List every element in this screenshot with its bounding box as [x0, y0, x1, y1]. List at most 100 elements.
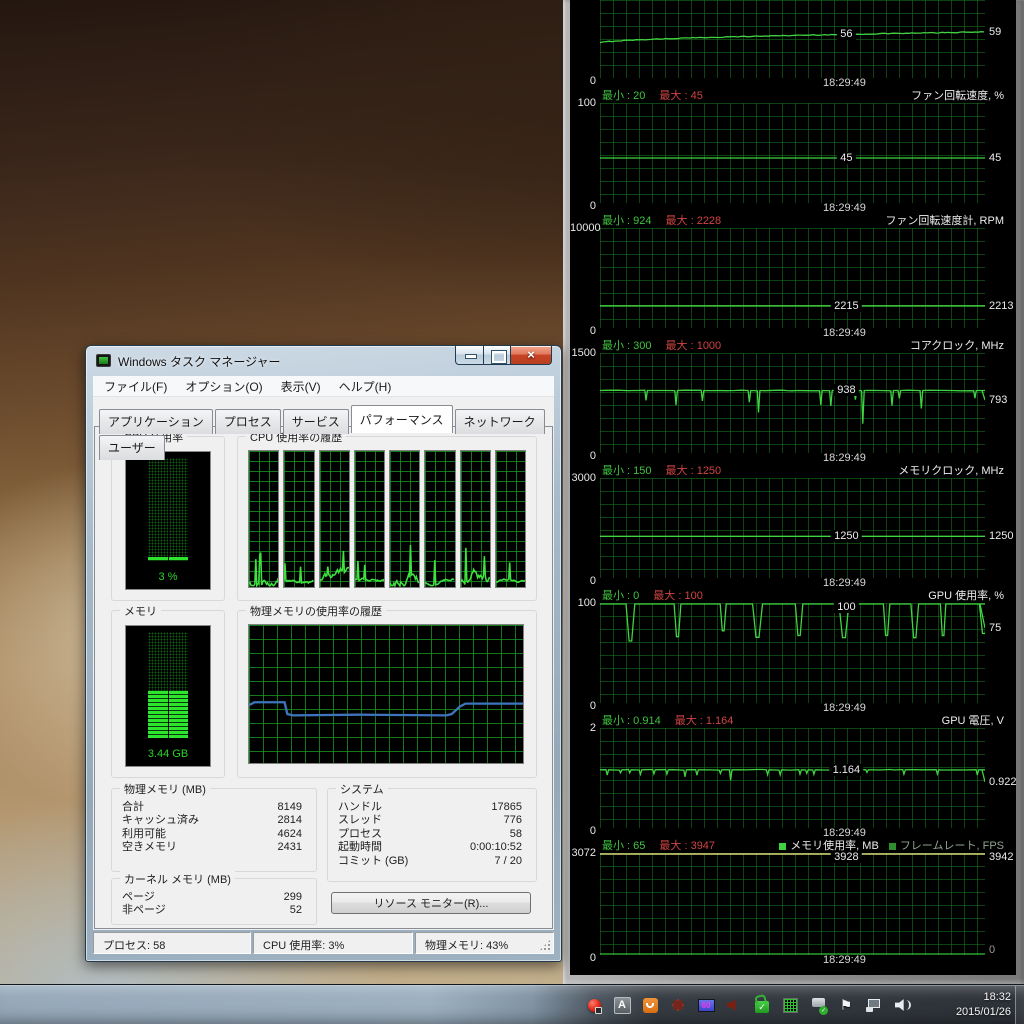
title-bar[interactable]: Windows タスク マネージャー × [86, 346, 561, 375]
taskbar: A 60 ✓ ✓ ⚑ 18:32 2015/01/26 [0, 985, 1024, 1024]
task-manager-window: Windows タスク マネージャー × ファイル(F) オプション(O) 表示(V… [85, 345, 562, 962]
time-label: 18:29:49 [823, 327, 866, 339]
sensor-plot-row: 45 45 100 [578, 97, 1001, 203]
stat-row: スレッド 776 [338, 814, 522, 827]
sensor-pane-header: 最小 : 150 最大 : 1250 メモリクロック, MHz [570, 465, 1016, 478]
sensor-plot-row: 1.164 0.922 2 [590, 722, 1016, 828]
tab-4[interactable]: ネットワーク [454, 409, 545, 434]
menu-item-0[interactable]: ファイル(F) [95, 376, 176, 397]
close-button[interactable]: × [511, 346, 552, 365]
stat-label: キャッシュ済み [122, 814, 199, 827]
menu-item-2[interactable]: 表示(V) [272, 376, 330, 397]
memory-history-plot [248, 624, 524, 764]
memory-gauge-fill [148, 691, 188, 738]
group-title-physical-memory: 物理メモリ (MB) [120, 781, 210, 797]
ime-a-icon[interactable]: A [612, 992, 632, 1018]
stat-row: プロセス 58 [338, 828, 522, 841]
stat-value: 58 [509, 827, 522, 840]
fps-60-icon[interactable]: 60 [696, 992, 716, 1018]
series-mid-value: 1.164 [829, 763, 864, 776]
system-rows: ハンドル 17865 スレッド 776 プロセス 58 起動時間 0:00:10:52 コミット… [338, 801, 522, 868]
window-title: Windows タスク マネージャー [118, 355, 281, 369]
sensor-pane-1: 最小 : 20 最大 : 45 ファン回転速度, % 45 45 100 0 18:29:49 [570, 90, 1016, 215]
sensor-pane-3: 最小 : 300 最大 : 1000 コアクロック, MHz 938 793 1500 0 1… [570, 340, 1016, 465]
minimize-button[interactable] [455, 346, 484, 365]
y-axis-max-label: 1500 [571, 347, 596, 359]
stat-value: 0:00:10:52 [470, 841, 522, 854]
network-icon[interactable] [864, 992, 884, 1018]
tab-5[interactable]: ユーザー [99, 435, 165, 460]
resource-monitor-button[interactable]: リソース モニター(R)... [331, 892, 531, 914]
taskbar-clock[interactable]: 18:32 2015/01/26 [956, 990, 1011, 1020]
stat-row: ハンドル 17865 [338, 801, 522, 814]
memory-gauge-group: メモリ 3.44 GB [111, 603, 225, 778]
sensor-legend: メモリ使用率, MB フレームレート, FPS [779, 840, 1004, 853]
performance-tab-page: CPU 使用率 3 % CPU 使用率の履歴 メモリ [94, 426, 553, 929]
cpu-core-history-1 [283, 450, 315, 588]
min-value-label: 最小 : 0.914 [602, 715, 661, 727]
series-mid-value: 3928 [831, 851, 862, 863]
max-value-label: 最大 : 100 [653, 590, 703, 602]
menu-item-1[interactable]: オプション(O) [176, 376, 271, 397]
max-value-label: 最大 : 3947 [659, 840, 716, 852]
red-spiky-icon[interactable] [668, 992, 688, 1018]
green-unlock-icon[interactable]: ✓ [752, 992, 772, 1018]
afterburner-grid-icon[interactable] [780, 992, 800, 1018]
max-value-label: 最大 : 1.164 [674, 715, 734, 727]
stat-row: 起動時間 0:00:10:52 [338, 841, 522, 854]
sensor-plot [600, 353, 985, 453]
sensor-pane-5: 最小 : 0 最大 : 100 GPU 使用率, % 100 75 100 0 18:29:4… [570, 590, 1016, 715]
series-right-value: 59 [989, 25, 1002, 38]
menu-item-3[interactable]: ヘルプ(H) [330, 376, 401, 397]
sensor-time-row: 0 18:29:49 [590, 575, 985, 590]
stat-value: 7 / 20 [494, 854, 522, 867]
stat-label: プロセス [338, 827, 382, 840]
sensor-name: メモリクロック, MHz [898, 465, 1004, 477]
stat-value: 2431 [277, 841, 302, 854]
tab-0[interactable]: アプリケーション [99, 409, 213, 434]
time-label: 18:29:49 [823, 577, 866, 589]
show-desktop-button[interactable] [1015, 986, 1024, 1024]
stat-row: 利用可能 4624 [122, 828, 302, 841]
maximize-button[interactable] [484, 346, 511, 365]
tab-3[interactable]: パフォーマンス [350, 405, 453, 433]
time-label: 18:29:49 [823, 202, 866, 214]
tab-2[interactable]: サービス [282, 409, 349, 434]
red-status-ball-icon[interactable] [584, 992, 604, 1018]
physical-memory-group: 物理メモリ (MB) 合計 8149 キャッシュ済み 2814 利用可能 4624 空きメモ… [111, 781, 317, 872]
sensor-plot-row: 2215 2213 10000 [570, 222, 1013, 328]
system-group: システム ハンドル 17865 スレッド 776 プロセス 58 起動時間 0:00:10:5… [327, 781, 537, 882]
action-center-flag-icon[interactable]: ⚑ [836, 992, 856, 1018]
volume-icon[interactable] [892, 992, 912, 1018]
series-mid-value: 56 [837, 28, 856, 41]
stat-label: ページ [122, 891, 155, 903]
stat-label: ハンドル [338, 801, 382, 813]
y-axis-zero-label: 0 [589, 825, 596, 837]
stat-value: 52 [289, 904, 302, 917]
memory-gauge: 3.44 GB [125, 625, 211, 767]
group-title-memory-history: 物理メモリの使用率の履歴 [246, 603, 386, 619]
safely-remove-icon[interactable]: ✓ [808, 992, 828, 1018]
series-right-value: 3942 [989, 851, 1014, 863]
tab-strip: アプリケーション プロセス サービス パフォーマンス ネットワークユーザー [93, 397, 554, 460]
y-axis-max-label: 100 [577, 597, 596, 609]
cpu-core-history-7 [494, 450, 526, 588]
y-axis-zero-label: 0 [589, 575, 596, 587]
min-value-label: 最小 : 150 [602, 465, 652, 477]
min-value-label: 最小 : 20 [602, 90, 646, 102]
cpu-core-history-3 [353, 450, 385, 588]
sensor-pane-header: 最小 : 300 最大 : 1000 コアクロック, MHz [570, 340, 1016, 353]
tab-1[interactable]: プロセス [214, 409, 281, 434]
sensor-time-row: 0 18:29:49 [590, 952, 985, 967]
muted-speaker-icon[interactable] [724, 992, 744, 1018]
screen: 56 59 0 18:29:49 最小 : 20 最大 : 45 ファン回転速度, % 45 4… [0, 0, 1024, 1024]
window-body: アプリケーションプロセスサービスパフォーマンスネットワークユーザー CPU 使用… [93, 397, 554, 930]
cpu-core-history-6 [459, 450, 491, 588]
y-axis-max-label: 3072 [571, 847, 596, 859]
max-value-label: 最大 : 2228 [665, 215, 722, 227]
cpu-core-history-4 [389, 450, 421, 588]
cpu-core-history-2 [318, 450, 350, 588]
java-icon[interactable] [640, 992, 660, 1018]
kernel-memory-rows: ページ 299 非ページ 52 [122, 891, 302, 918]
memory-history-group: 物理メモリの使用率の履歴 [237, 603, 537, 778]
